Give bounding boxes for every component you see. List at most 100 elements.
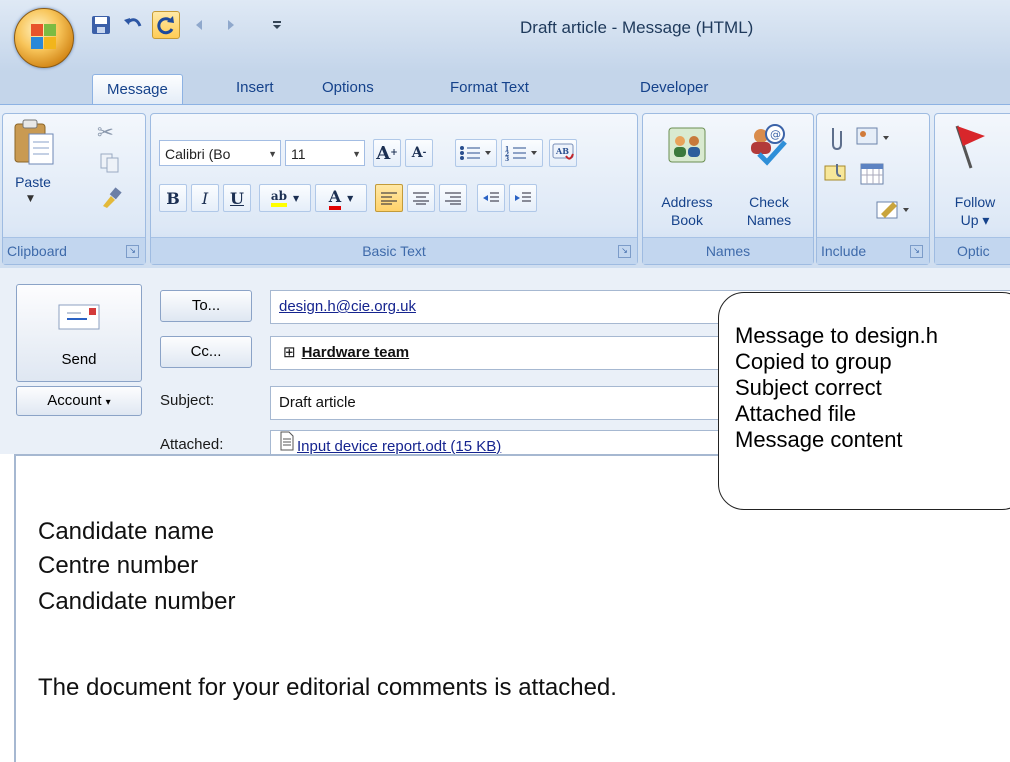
attach-item-icon[interactable] [855,124,895,152]
tab-message[interactable]: Message [92,74,183,105]
options-group-label: Optic [935,237,1010,264]
paste-dropdown-icon: ▼ [27,194,34,204]
to-recipient[interactable]: design.h@cie.org.uk [279,298,416,315]
tab-format-text[interactable]: Format Text [450,72,529,104]
basic-text-launcher-icon[interactable]: ↘ [618,245,631,258]
font-name-combo[interactable]: Calibri (Bo ▼ [159,140,281,166]
names-group-label: Names [643,237,813,264]
body-line-centre-number: Centre number [38,552,199,579]
attachment-link[interactable]: Input device report.odt (15 KB) [297,438,501,455]
copy-icon[interactable] [99,152,121,174]
subject-label: Subject: [160,392,215,409]
calendar-icon[interactable] [859,160,885,186]
highlight-icon[interactable]: ab ▼ [259,184,311,212]
font-name-value: Calibri (Bo [165,146,231,162]
follow-up-label-2: Up ▾ [960,212,990,228]
paste-icon [14,119,54,165]
bullets-icon[interactable] [455,139,497,167]
include-launcher-icon[interactable]: ↘ [910,245,923,258]
align-center-icon[interactable] [407,184,435,212]
tab-insert[interactable]: Insert [236,72,274,104]
grow-font-icon[interactable]: A + [373,139,401,167]
follow-up-label-1: Follow [954,194,996,210]
basic-text-group: Calibri (Bo ▼ 11 ▼ A + A- 123 AB B I U ab ▼ … [150,113,638,265]
include-group: Include ↘ [816,113,930,265]
tab-developer[interactable]: Developer [640,72,708,104]
clipboard-group: Paste ▼ ✂ Clipboard ↘ [2,113,146,265]
font-size-dropdown-icon: ▼ [352,149,361,159]
svg-text:@: @ [770,128,781,141]
callout-line-5: Message content [735,427,903,452]
paste-label: Paste [15,174,51,190]
check-names-label-2: Names [746,212,792,228]
options-group: Follow Up ▾ Optic [934,113,1010,265]
account-label: Account [47,392,102,409]
attach-file-icon[interactable] [823,124,849,152]
address-book-button[interactable]: Address Book [647,118,727,234]
svg-text:3: 3 [505,156,509,162]
quick-access-toolbar [88,9,290,41]
to-button[interactable]: To... [160,290,252,322]
send-envelope-icon [58,304,100,330]
business-card-icon[interactable] [823,160,849,186]
ribbon: Paste ▼ ✂ Clipboard ↘ Calibri (Bo ▼ 11 ▼ A… [0,104,1010,269]
body-line-candidate-number: Candidate number [38,588,236,615]
address-book-label-1: Address [661,194,713,210]
check-names-button[interactable]: @ Check Names [729,118,809,234]
address-book-icon [668,127,706,163]
office-button[interactable] [14,8,74,68]
body-line-candidate-name: Candidate name [38,518,215,545]
callout-line-1: Message to design.h [735,323,939,348]
redo-icon[interactable] [152,11,180,39]
account-dropdown-icon: ▾ [105,397,111,408]
follow-up-flag-icon [955,125,985,169]
follow-up-button[interactable]: Follow Up ▾ [935,118,1010,234]
shrink-font-icon[interactable]: A- [405,139,433,167]
callout-line-3: Subject correct [735,375,882,400]
annotation-callout: Message to design.h Copied to group Subj… [718,292,1010,510]
title-bar: Draft article - Message (HTML) [0,0,1010,72]
increase-indent-icon[interactable] [509,184,537,212]
callout-line-4: Attached file [735,401,857,426]
ribbon-tabs: Message Insert Options Format Text Devel… [0,72,1010,105]
names-group: Address Book @ Check Names Names [642,113,814,265]
previous-item-icon[interactable] [186,12,212,38]
font-size-combo[interactable]: 11 ▼ [285,140,365,166]
callout-line-2: Copied to group [735,349,892,374]
cc-button[interactable]: Cc... [160,336,252,368]
check-names-label-1: Check [749,194,789,210]
attached-label: Attached: [160,436,224,453]
next-item-icon[interactable] [218,12,244,38]
check-names-icon: @ [751,124,787,166]
bold-icon[interactable]: B [159,184,187,212]
font-color-icon[interactable]: A ▼ [315,184,367,212]
expand-group-icon[interactable]: ⊞ [283,344,296,361]
cut-icon[interactable]: ✂ [97,120,114,144]
signature-icon[interactable] [875,196,915,222]
numbering-icon[interactable]: 123 [501,139,543,167]
font-size-value: 11 [291,146,306,162]
customize-toolbar-icon[interactable] [264,12,290,38]
send-label: Send [61,351,97,368]
clipboard-group-label: Clipboard [3,237,145,264]
paste-button[interactable]: Paste ▼ [7,118,59,214]
italic-icon[interactable]: I [191,184,219,212]
subject-value: Draft article [279,394,356,411]
send-button[interactable]: Send [16,284,142,382]
tab-options[interactable]: Options [322,72,374,104]
styles-icon[interactable]: AB [549,139,577,167]
cc-group-recipient[interactable]: Hardware team [302,344,410,361]
svg-text:AB: AB [555,146,569,156]
align-left-icon[interactable] [375,184,403,212]
basic-text-group-label: Basic Text [151,237,637,264]
align-right-icon[interactable] [439,184,467,212]
window-title: Draft article - Message (HTML) [520,18,754,37]
account-button[interactable]: Account ▾ [16,386,142,416]
save-icon[interactable] [88,12,114,38]
decrease-indent-icon[interactable] [477,184,505,212]
address-book-label-2: Book [671,212,703,228]
clipboard-launcher-icon[interactable]: ↘ [126,245,139,258]
undo-icon[interactable] [120,12,146,38]
format-painter-icon[interactable] [99,186,123,210]
underline-icon[interactable]: U [223,184,251,212]
